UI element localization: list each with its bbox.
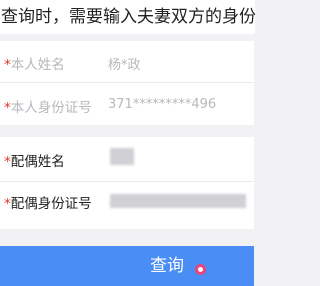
self-name-label: *本人姓名 [4, 57, 65, 73]
self-id-label: *本人身份证号 [4, 100, 92, 116]
watermark-icon [195, 263, 206, 275]
required-mark: * [4, 57, 11, 73]
watermark-logo [195, 263, 206, 275]
spouse-info-group: *配偶姓名 *配偶身份证号 [0, 137, 254, 229]
required-mark: * [4, 154, 11, 170]
spouse-name-row[interactable]: *配偶姓名 [0, 137, 254, 181]
required-mark: * [4, 196, 11, 212]
spouse-id-input-blurred[interactable] [110, 194, 246, 208]
spouse-name-label: *配偶姓名 [4, 154, 65, 170]
self-name-row[interactable]: *本人姓名 杨*政 [0, 41, 254, 83]
notice-text: 查询时，需要输入夫妻双方的身份信息 [0, 0, 255, 34]
self-info-group: *本人姓名 杨*政 *本人身份证号 371*********496 [0, 41, 254, 125]
self-name-value: 杨*政 [108, 58, 141, 73]
spouse-name-input-blurred[interactable] [110, 148, 134, 165]
spouse-id-row[interactable]: *配偶身份证号 [0, 182, 254, 229]
footer-bar: 查询 [0, 246, 254, 286]
spouse-id-label: *配偶身份证号 [4, 196, 92, 212]
query-button[interactable]: 查询 [150, 254, 184, 278]
self-id-row[interactable]: *本人身份证号 371*********496 [0, 83, 254, 125]
self-id-value: 371*********496 [108, 97, 217, 112]
required-mark: * [4, 100, 11, 116]
